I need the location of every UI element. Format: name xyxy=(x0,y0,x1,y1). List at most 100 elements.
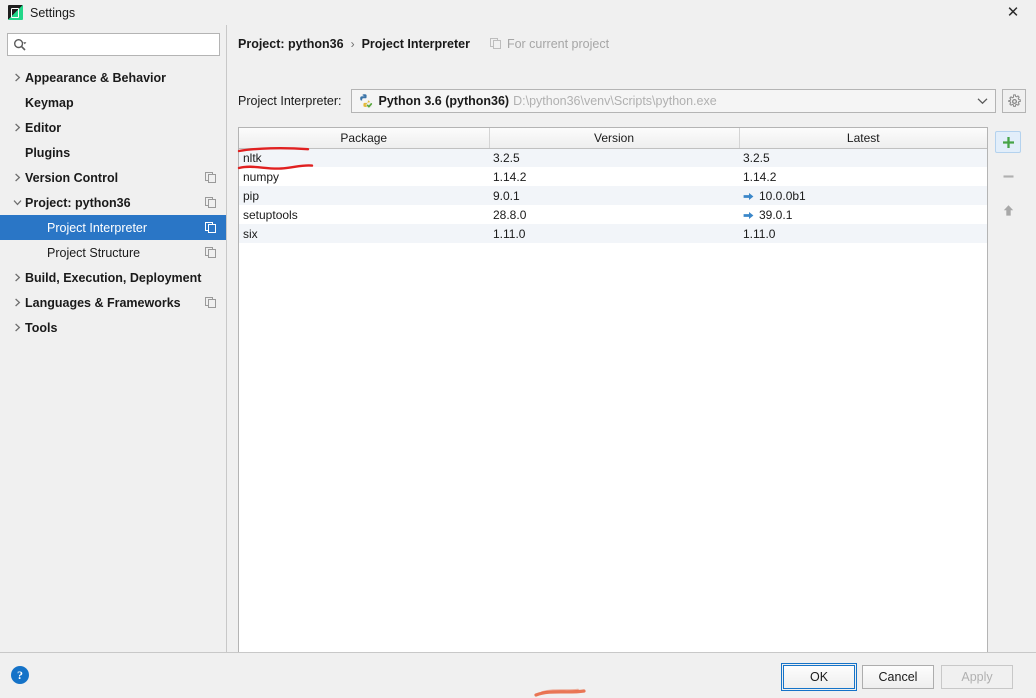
add-package-button[interactable] xyxy=(995,131,1021,153)
sidebar-item-version-control[interactable]: Version Control xyxy=(0,165,226,190)
sidebar-item-plugins[interactable]: Plugins xyxy=(0,140,226,165)
close-icon[interactable]: ✕ xyxy=(990,0,1036,25)
package-latest-cell: 1.14.2 xyxy=(739,167,987,186)
apply-button[interactable]: Apply xyxy=(941,665,1013,689)
window-title: Settings xyxy=(30,5,76,20)
package-latest-cell: 1.11.0 xyxy=(739,224,987,243)
sidebar-item-label: Version Control xyxy=(25,170,119,185)
package-latest-value: 3.2.5 xyxy=(743,150,770,165)
settings-dialog: Settings ✕ Appearance & Behavior Keymap Ed… xyxy=(0,0,1036,698)
package-version-cell: 3.2.5 xyxy=(489,148,739,167)
package-version-cell: 1.11.0 xyxy=(489,224,739,243)
sidebar-item-label: Languages & Frameworks xyxy=(25,295,181,310)
sidebar-item-tools[interactable]: Tools xyxy=(0,315,226,340)
remove-package-button[interactable] xyxy=(995,165,1021,187)
upgrade-available-icon xyxy=(743,192,754,200)
sidebar-item-label: Tools xyxy=(25,320,58,335)
cancel-button[interactable]: Cancel xyxy=(862,665,934,689)
copy-icon[interactable] xyxy=(205,296,217,309)
package-version-cell: 28.8.0 xyxy=(493,207,527,222)
title-bar: Settings ✕ xyxy=(0,0,1036,25)
chevron-right-icon[interactable] xyxy=(10,265,25,290)
for-current-project-note: For current project xyxy=(489,37,610,51)
package-name-cell: numpy xyxy=(243,169,280,184)
chevron-right-icon[interactable] xyxy=(10,115,25,140)
package-name-cell: setuptools xyxy=(243,207,298,222)
copy-icon[interactable] xyxy=(205,196,217,209)
python-venv-icon xyxy=(357,93,373,109)
chevron-right-icon[interactable] xyxy=(10,65,25,90)
table-row[interactable]: nltk 3.2.5 3.2.5 xyxy=(239,148,987,167)
sidebar-item-editor[interactable]: Editor xyxy=(0,115,226,140)
sidebar-item-project-structure[interactable]: Project Structure xyxy=(0,240,226,265)
sidebar-item-label: Appearance & Behavior xyxy=(25,70,167,85)
column-header-version[interactable]: Version xyxy=(489,128,740,149)
sidebar-item-label: Build, Execution, Deployment xyxy=(25,270,202,285)
packages-toolbar xyxy=(990,127,1026,237)
sidebar-item-label: Project Structure xyxy=(47,245,141,260)
gear-icon[interactable] xyxy=(1002,89,1026,113)
package-latest-cell: 39.0.1 xyxy=(739,205,987,224)
package-latest-value: 10.0.0b1 xyxy=(759,188,806,203)
breadcrumb-parent[interactable]: Project: python36 xyxy=(238,37,344,51)
content-pane: Project: python36 › Project Interpreter … xyxy=(228,25,1036,669)
settings-sidebar: Appearance & Behavior Keymap Editor Plugins… xyxy=(0,25,227,652)
sidebar-item-appearance-behavior[interactable]: Appearance & Behavior xyxy=(0,65,226,90)
sidebar-item-project-python36[interactable]: Project: python36 xyxy=(0,190,226,215)
chevron-down-icon[interactable] xyxy=(10,190,25,215)
upgrade-available-icon xyxy=(743,211,754,219)
table-row[interactable]: pip 9.0.1 10.0.0b1 xyxy=(239,186,987,205)
chevron-down-icon[interactable] xyxy=(977,90,988,112)
breadcrumb-current: Project Interpreter xyxy=(361,37,470,51)
package-name-cell: six xyxy=(239,224,489,243)
sidebar-item-label: Keymap xyxy=(25,95,74,110)
breadcrumb-separator: › xyxy=(350,37,355,51)
package-name-cell: nltk xyxy=(239,148,489,167)
sidebar-item-keymap[interactable]: Keymap xyxy=(0,90,226,115)
package-version-cell: 9.0.1 xyxy=(489,186,739,205)
interpreter-path: D:\python36\venv\Scripts\python.exe xyxy=(513,94,717,108)
sidebar-item-label: Project Interpreter xyxy=(47,220,148,235)
for-current-project-label: For current project xyxy=(506,37,610,51)
settings-tree: Appearance & Behavior Keymap Editor Plugins… xyxy=(0,65,227,340)
table-body: nltk 3.2.5 3.2.5 numpy 1.14.2 1.14.2 pip 9.0.1 1… xyxy=(239,148,987,243)
package-latest-value: 1.11.0 xyxy=(743,226,776,241)
copy-icon xyxy=(489,38,502,50)
package-name-cell: pip xyxy=(239,186,489,205)
table-row[interactable]: six 1.11.0 1.11.0 xyxy=(239,224,987,243)
dialog-footer: ? OK Cancel Apply xyxy=(0,652,1036,698)
pycharm-icon xyxy=(8,5,23,20)
help-icon[interactable]: ? xyxy=(11,666,29,684)
column-header-latest[interactable]: Latest xyxy=(739,128,987,149)
chevron-right-icon[interactable] xyxy=(10,165,25,190)
sidebar-item-build-execution-deployment[interactable]: Build, Execution, Deployment xyxy=(0,265,226,290)
package-latest-value: 1.14.2 xyxy=(743,169,777,184)
package-latest-cell: 10.0.0b1 xyxy=(739,186,987,205)
interpreter-row: Project Interpreter: Python 3.6 (python3… xyxy=(238,89,1026,113)
sidebar-item-project-interpreter[interactable]: Project Interpreter xyxy=(0,215,226,240)
table-row[interactable]: setuptools 28.8.0 39.0.1 xyxy=(239,205,987,224)
sidebar-item-languages-frameworks[interactable]: Languages & Frameworks xyxy=(0,290,226,315)
sidebar-item-label: Editor xyxy=(25,120,62,135)
packages-table-container[interactable]: Package Version Latest nltk 3.2.5 3.2.5 numpy… xyxy=(238,127,988,669)
package-latest-cell: 3.2.5 xyxy=(739,148,987,167)
interpreter-label: Project Interpreter: xyxy=(238,94,342,108)
sidebar-item-label: Project: python36 xyxy=(25,195,131,210)
interpreter-name: Python 3.6 (python36) xyxy=(378,94,510,108)
chevron-right-icon[interactable] xyxy=(10,315,25,340)
package-version-cell: 1.14.2 xyxy=(493,169,527,184)
search-icon xyxy=(10,34,30,55)
column-header-package[interactable]: Package xyxy=(239,128,490,149)
packages-table: Package Version Latest nltk 3.2.5 3.2.5 numpy… xyxy=(239,128,987,243)
table-row[interactable]: numpy 1.14.2 1.14.2 xyxy=(239,167,987,186)
chevron-right-icon[interactable] xyxy=(10,290,25,315)
interpreter-dropdown[interactable]: Python 3.6 (python36) D:\python36\venv\S… xyxy=(350,89,996,113)
search-input[interactable] xyxy=(30,34,219,55)
copy-icon[interactable] xyxy=(205,246,217,259)
sidebar-item-label: Plugins xyxy=(25,145,71,160)
copy-icon[interactable] xyxy=(205,171,217,184)
upgrade-package-button[interactable] xyxy=(995,199,1021,221)
copy-icon[interactable] xyxy=(205,221,217,234)
ok-button[interactable]: OK xyxy=(781,663,857,691)
search-field[interactable] xyxy=(7,33,220,56)
